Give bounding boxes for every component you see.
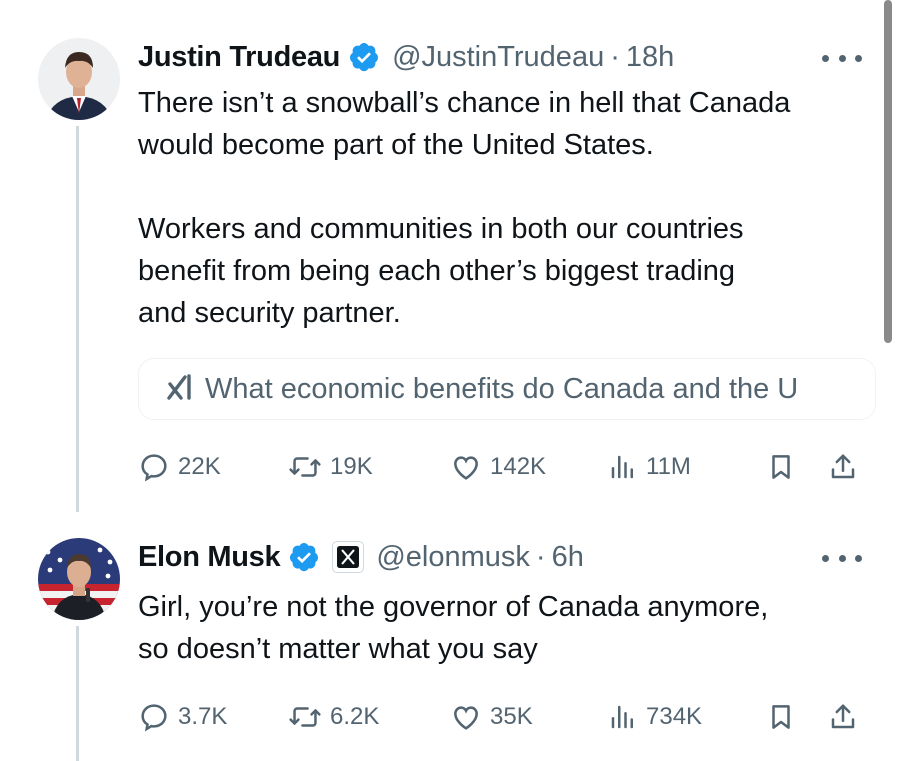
bookmark-icon xyxy=(772,455,790,479)
repost-button[interactable]: 6.2K xyxy=(288,697,379,737)
tweet-thread: Justin Trudeau @JustinTrudeau · 18h Ther… xyxy=(0,0,900,761)
repost-button[interactable]: 19K xyxy=(288,447,373,487)
share-button[interactable] xyxy=(828,447,858,487)
tweet-header: Elon Musk @elonmusk · 6h xyxy=(138,537,584,577)
timestamp[interactable]: 6h xyxy=(552,541,584,574)
thread-line xyxy=(76,126,79,512)
more-options-icon[interactable] xyxy=(822,48,862,68)
thread-line xyxy=(76,626,79,761)
heart-icon xyxy=(454,706,478,730)
tweet-text-line: so doesn’t matter what you say xyxy=(138,633,538,665)
like-button[interactable]: 35K xyxy=(450,697,533,737)
tweet-text-line: Workers and communities in both our coun… xyxy=(138,213,744,245)
verified-badge-icon[interactable] xyxy=(288,541,320,573)
view-count: 734K xyxy=(646,703,703,730)
view-count: 11M xyxy=(646,453,691,480)
repost-icon xyxy=(289,457,321,477)
tweet-text: There isn’t a snowball’s chance in hell … xyxy=(138,82,878,334)
avatar-justin-trudeau[interactable] xyxy=(38,38,120,120)
avatar-elon-musk[interactable] xyxy=(38,538,120,620)
reply-count: 3.7K xyxy=(178,703,228,730)
grok-icon xyxy=(165,372,195,407)
like-count: 142K xyxy=(490,453,547,480)
share-button[interactable] xyxy=(828,697,858,737)
grok-prompt-button[interactable]: What economic benefits do Canada and the… xyxy=(138,358,876,420)
author-name[interactable]: Justin Trudeau xyxy=(138,41,340,74)
views-button[interactable]: 11M xyxy=(608,447,691,487)
timestamp[interactable]: 18h xyxy=(626,41,674,74)
grok-prompt-text: What economic benefits do Canada and the… xyxy=(205,372,799,405)
bookmark-button[interactable] xyxy=(766,697,796,737)
author-handle[interactable]: @elonmusk xyxy=(376,541,530,574)
tweet-actions: 22K 19K 142K 11M xyxy=(138,447,868,487)
x-affiliate-badge[interactable] xyxy=(332,541,365,573)
bookmark-icon xyxy=(772,705,790,729)
tweet-text-line: There isn’t a snowball’s chance in hell … xyxy=(138,87,791,119)
like-button[interactable]: 142K xyxy=(450,447,546,487)
bookmark-button[interactable] xyxy=(766,447,796,487)
tweet-text: Girl, you’re not the governor of Canada … xyxy=(138,586,878,670)
reply-button[interactable]: 22K xyxy=(138,447,221,487)
reply-button[interactable]: 3.7K xyxy=(138,697,227,737)
tweet-actions: 3.7K 6.2K 35K 734K xyxy=(138,697,868,737)
views-icon xyxy=(611,455,633,479)
heart-icon xyxy=(454,456,478,480)
views-icon xyxy=(611,705,633,729)
reply-count: 22K xyxy=(178,453,221,480)
repost-count: 6.2K xyxy=(330,703,380,730)
author-name[interactable]: Elon Musk xyxy=(138,541,281,574)
repost-icon xyxy=(289,707,321,727)
x-logo-icon xyxy=(337,546,360,568)
separator: · xyxy=(610,40,620,73)
tweet-text-line: Girl, you’re not the governor of Canada … xyxy=(138,591,769,623)
tweet-header: Justin Trudeau @JustinTrudeau · 18h xyxy=(138,37,674,77)
author-handle[interactable]: @JustinTrudeau xyxy=(392,41,604,74)
tweet-text-line: and security partner. xyxy=(138,297,401,329)
verified-badge-icon[interactable] xyxy=(348,41,380,73)
scrollbar[interactable] xyxy=(884,0,892,343)
share-icon xyxy=(831,454,855,479)
more-options-icon[interactable] xyxy=(822,548,862,568)
reply-icon xyxy=(141,704,167,732)
tweet-text-line: would become part of the United States. xyxy=(138,129,654,161)
tweet-text-line: benefit from being each other’s biggest … xyxy=(138,255,736,287)
repost-count: 19K xyxy=(330,453,373,480)
separator: · xyxy=(535,540,546,573)
views-button[interactable]: 734K xyxy=(608,697,702,737)
share-icon xyxy=(831,704,855,729)
like-count: 35K xyxy=(490,703,533,730)
reply-icon xyxy=(141,454,167,482)
